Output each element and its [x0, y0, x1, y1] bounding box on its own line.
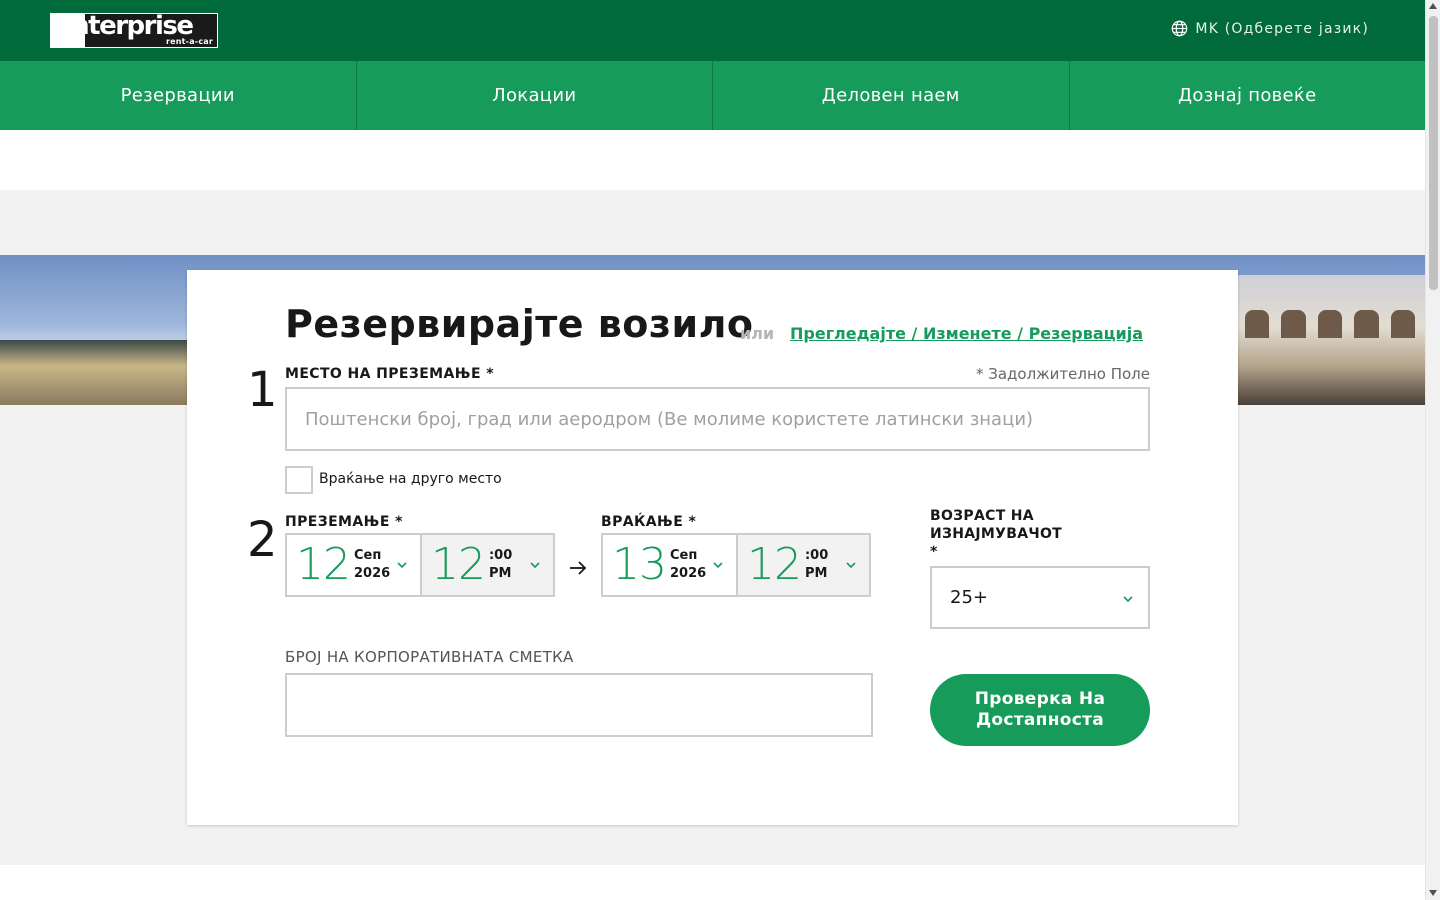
scroll-up-arrow-icon[interactable]: [1429, 3, 1437, 9]
scroll-down-arrow-icon[interactable]: [1429, 890, 1437, 896]
pickup-date-picker[interactable]: 12 Сеп 2026: [287, 535, 420, 595]
chevron-down-icon: [530, 562, 540, 569]
chevron-down-icon: [846, 562, 856, 569]
globe-icon: [1172, 20, 1188, 37]
return-date-label: ВРАЌАЊЕ *: [601, 514, 697, 530]
chevron-down-icon: [713, 562, 723, 569]
required-field-note: * Задолжително Поле: [975, 365, 1150, 383]
nav-item-business-rental[interactable]: Деловен наем: [713, 61, 1070, 130]
return-hour: 12: [746, 539, 802, 590]
pickup-datetime: 12 Сеп 2026 12 :00 PM: [285, 533, 555, 597]
pickup-location-input[interactable]: [285, 387, 1150, 451]
arrow-right-icon: [570, 561, 587, 575]
chevron-down-icon: [397, 562, 407, 569]
main-nav: Резервации Локации Деловен наем Дознај п…: [0, 61, 1425, 130]
check-availability-button[interactable]: Проверка На Достапноста: [930, 674, 1150, 746]
return-day: 13: [612, 539, 667, 590]
step-number-2: 2: [247, 512, 278, 568]
corporate-account-input[interactable]: [285, 673, 873, 737]
return-month: Сеп: [670, 548, 698, 563]
page-scrollbar[interactable]: [1425, 0, 1440, 900]
corporate-account-label: БРОЈ НА КОРПОРАТИВНАТА СМЕТКА: [285, 648, 574, 666]
top-header: enterprise rent-a-car MK (Одберете јазик…: [0, 0, 1425, 61]
language-label: MK (Одберете јазик): [1195, 20, 1369, 37]
return-year: 2026: [670, 566, 707, 581]
pickup-date-label: ПРЕЗЕМАЊЕ *: [285, 514, 403, 530]
enterprise-logo[interactable]: enterprise rent-a-car: [50, 11, 218, 48]
renter-age-label: ВОЗРАСТ НА ИЗНАЈМУВАЧОТ *: [930, 508, 1063, 560]
or-separator: или: [740, 324, 775, 343]
pickup-ampm: PM: [488, 566, 512, 581]
nav-item-learn-more[interactable]: Дознај повеќе: [1070, 61, 1426, 130]
pickup-minutes: :00: [488, 548, 513, 563]
pickup-day: 12: [296, 539, 351, 590]
pickup-time-picker[interactable]: 12 :00 PM: [419, 535, 553, 595]
renter-age-value: 25+: [950, 587, 988, 608]
nav-item-locations[interactable]: Локации: [357, 61, 713, 130]
step-number-1: 1: [247, 362, 278, 418]
language-selector[interactable]: MK (Одберете јазик): [1171, 20, 1369, 37]
renter-age-select[interactable]: 25+: [930, 566, 1150, 629]
return-ampm: PM: [804, 566, 828, 581]
pickup-month: Сеп: [354, 548, 382, 563]
logo-subtext: rent-a-car: [165, 37, 213, 46]
pickup-hour: 12: [430, 539, 486, 590]
scrollbar-thumb[interactable]: [1429, 16, 1438, 290]
chevron-down-icon: [1123, 596, 1133, 603]
return-other-location-label[interactable]: Враќање на друго место: [319, 471, 502, 487]
return-other-location-checkbox[interactable]: [285, 466, 313, 494]
pickup-year: 2026: [354, 566, 391, 581]
view-modify-reservation-link[interactable]: Прегледајте / Изменете / Резервација: [790, 324, 1143, 343]
return-date-picker[interactable]: 13 Сеп 2026: [603, 535, 736, 595]
return-minutes: :00: [804, 548, 829, 563]
return-time-picker[interactable]: 12 :00 PM: [735, 535, 869, 595]
pickup-location-label: МЕСТО НА ПРЕЗЕМАЊЕ *: [285, 366, 494, 382]
nav-item-reservations[interactable]: Резервации: [0, 61, 357, 130]
renter-age-required: *: [930, 544, 938, 560]
return-datetime: 13 Сеп 2026 12 :00 PM: [601, 533, 871, 597]
booking-title: Резервирајте возило: [285, 302, 754, 346]
